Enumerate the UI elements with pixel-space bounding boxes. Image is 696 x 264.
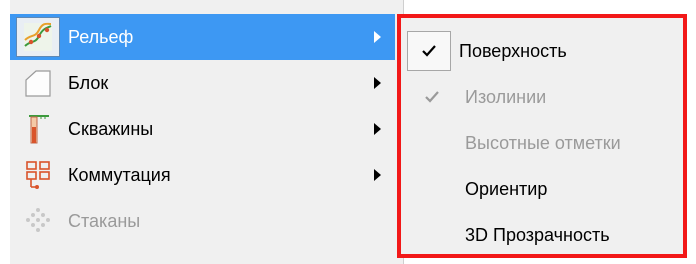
menu-item-glasses: Стаканы xyxy=(10,198,395,244)
relief-submenu: Поверхность Изолинии Высотные отметки Ор… xyxy=(397,14,687,258)
submenu-item-surface[interactable]: Поверхность xyxy=(401,28,683,74)
glasses-icon xyxy=(16,201,60,241)
submenu-item-label: 3D Прозрачность xyxy=(465,224,610,245)
check-placeholder xyxy=(407,169,457,209)
menu-item-block[interactable]: Блок xyxy=(10,60,395,106)
menu-item-switching[interactable]: Коммутация xyxy=(10,152,395,198)
menu-item-label: Стаканы xyxy=(68,210,141,231)
chevron-right-icon xyxy=(374,169,381,181)
submenu-item-label: Изолинии xyxy=(465,86,547,107)
menu-item-relief[interactable]: Рельеф xyxy=(10,14,395,60)
chevron-right-icon xyxy=(374,123,381,135)
context-menu: Рельеф Блок Скважины Коммутация Стаканы xyxy=(0,0,404,264)
submenu-item-3d-transparency[interactable]: 3D Прозрачность xyxy=(401,212,683,258)
checkmark-icon xyxy=(407,77,457,117)
submenu-item-elevation-marks: Высотные отметки xyxy=(401,120,683,166)
chevron-right-icon xyxy=(374,77,381,89)
well-icon xyxy=(16,109,60,149)
switching-icon xyxy=(16,155,60,195)
menu-item-label: Рельеф xyxy=(68,26,134,47)
menu-item-label: Скважины xyxy=(68,118,154,139)
menu-item-wells[interactable]: Скважины xyxy=(10,106,395,152)
submenu-item-label: Ориентир xyxy=(465,178,548,199)
submenu-item-isolines: Изолинии xyxy=(401,74,683,120)
menu-item-label: Коммутация xyxy=(68,164,171,185)
check-placeholder xyxy=(407,123,457,163)
menu-gutter xyxy=(0,0,10,264)
relief-icon xyxy=(16,17,60,57)
chevron-right-icon xyxy=(374,31,381,43)
block-icon xyxy=(16,63,60,103)
submenu-item-landmark[interactable]: Ориентир xyxy=(401,166,683,212)
submenu-item-label: Поверхность xyxy=(459,40,567,61)
checkmark-icon xyxy=(407,31,451,71)
submenu-item-label: Высотные отметки xyxy=(465,132,621,153)
menu-item-label: Блок xyxy=(68,72,109,93)
check-placeholder xyxy=(407,215,457,255)
